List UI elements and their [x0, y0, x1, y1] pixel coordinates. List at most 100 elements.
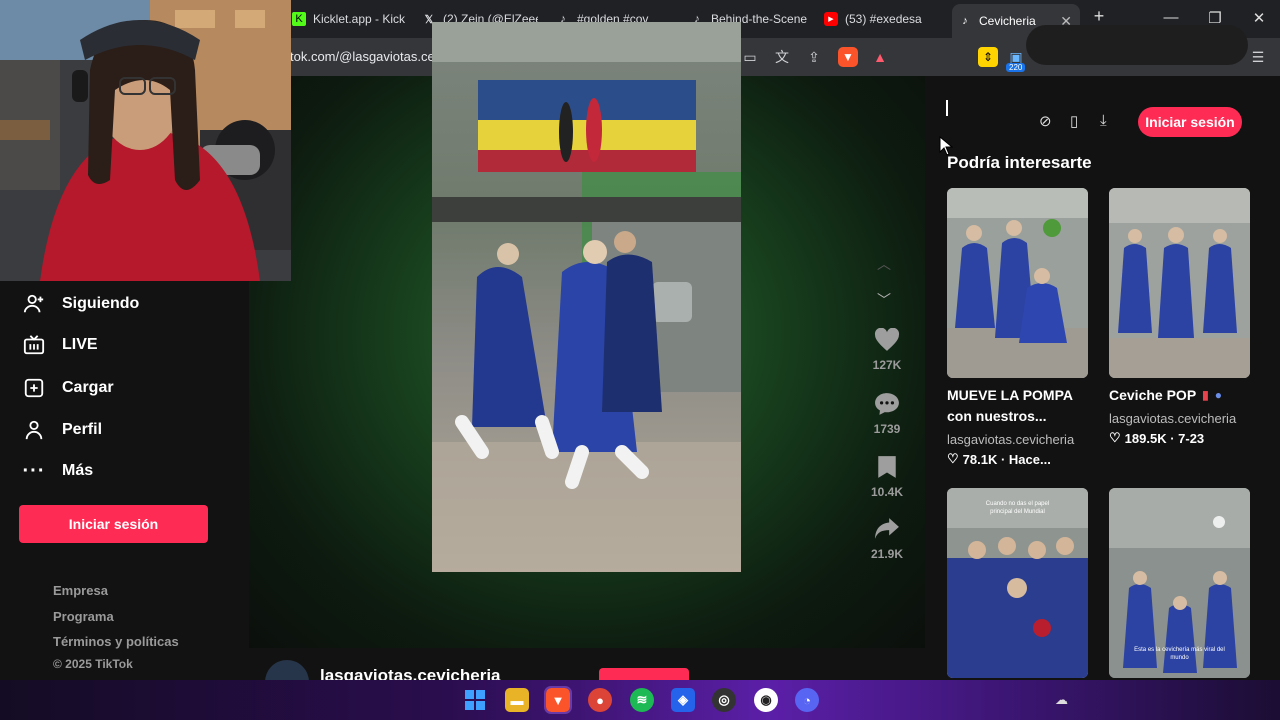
comment-action[interactable]: 1739 — [858, 392, 916, 436]
sidebar-item-mas[interactable]: ··· Más — [22, 459, 94, 483]
sidebar-item-live[interactable]: LIVE — [22, 333, 98, 357]
login-button-header[interactable]: Iniciar sesión — [1138, 107, 1242, 137]
thumbnail-caption: Esta es la cevichería más viral del mund… — [1134, 647, 1225, 661]
copyright-text: © 2025 TikTok — [53, 657, 133, 671]
obs-icon[interactable]: ◎ — [712, 688, 736, 712]
streamlabs-icon[interactable]: ◉ — [754, 688, 778, 712]
sidebar-item-perfil[interactable]: Perfil — [22, 418, 102, 442]
video-author-bar: lasgaviotas.cevicheria — [249, 648, 925, 704]
suggestion-card-title[interactable]: Ceviche POP ▮ ● — [1109, 385, 1222, 406]
suggestions-title: Podría interesarte — [947, 153, 1092, 172]
login-button-sidebar[interactable]: Iniciar sesión — [19, 505, 208, 543]
sidebar-item-siguiendo[interactable]: Siguiendo — [22, 292, 139, 316]
menu-icon[interactable]: ☰ — [1248, 47, 1268, 67]
suggestion-card-author[interactable]: lasgaviotas.cevicheria — [1109, 411, 1236, 426]
screen-cast-icon[interactable]: ▭ — [740, 47, 760, 67]
sidebar-item-label: Perfil — [62, 421, 103, 438]
brave-rewards-icon[interactable]: ▲ — [870, 47, 890, 67]
footer-link-empresa[interactable]: Empresa — [53, 583, 108, 598]
windows-start-icon[interactable] — [463, 688, 487, 712]
thumbnail-image — [947, 188, 1088, 378]
sidebar-item-cargar[interactable]: Cargar — [22, 376, 114, 400]
header-actions-pill — [1026, 25, 1248, 65]
meta-text: 189.5K · 7-23 — [1124, 430, 1205, 446]
sparkle-emoji-icon: ● — [1214, 388, 1223, 402]
sidebar-item-label: Cargar — [62, 379, 114, 396]
extension-badge: 220 — [1006, 63, 1026, 72]
download-icon[interactable]: ⤓ — [1100, 112, 1107, 129]
close-window-icon[interactable]: ✕ — [1244, 9, 1274, 27]
tiktok-icon: ♪ — [962, 15, 968, 27]
like-count: 127K — [872, 358, 902, 372]
app-store-icon[interactable]: ◈ — [671, 688, 695, 712]
onedrive-icon[interactable]: ☁ — [1055, 692, 1068, 708]
text-cursor — [946, 100, 948, 116]
profile-icon — [22, 418, 46, 442]
translate-icon[interactable]: 文 — [772, 47, 792, 67]
footer-link-programa[interactable]: Programa — [53, 609, 114, 624]
file-explorer-icon[interactable]: ▬ — [505, 688, 529, 712]
suggestion-card-thumbnail[interactable] — [947, 188, 1088, 378]
like-action[interactable]: 127K — [858, 328, 916, 372]
meta-text: 78.1K · Hace... — [962, 451, 1051, 467]
thumbnail-caption: Cuando no das el papel principal del Mun… — [985, 501, 1050, 515]
title-line: Ceviche POP — [1109, 387, 1197, 403]
sidebar-item-label: Más — [62, 462, 94, 479]
suggestion-card-title[interactable]: MUEVE LA POMPA con nuestros... — [947, 385, 1073, 427]
video-player[interactable] — [432, 22, 741, 572]
drink-emoji-icon: ▮ — [1202, 388, 1209, 402]
thumbnail-image — [947, 488, 1088, 678]
tab-label: (53) #exedesa — [845, 12, 922, 26]
next-video-icon[interactable]: ﹀ — [877, 290, 891, 310]
suggestion-card-thumbnail[interactable] — [1109, 188, 1250, 378]
tab-label: Cevicheria — [979, 14, 1036, 28]
person-follow-icon — [22, 292, 46, 316]
comment-icon — [875, 393, 899, 415]
upload-plus-icon — [22, 376, 46, 400]
windows-taskbar: ▬ ▼ ● ≋ ◈ ◎ ◉ ◔ ☁ — [0, 680, 1280, 720]
webcam-overlay — [0, 0, 291, 281]
brave-browser-icon[interactable]: ▼ — [544, 686, 572, 714]
live-tv-icon — [22, 333, 46, 357]
suggestion-card-thumbnail[interactable]: Cuando no das el papel principal del Mun… — [947, 488, 1088, 678]
share-action[interactable]: 21.9K — [858, 517, 916, 561]
suggestion-card-thumbnail[interactable]: Esta es la cevichería más viral del mund… — [1109, 488, 1250, 678]
youtube-icon: ▶ — [824, 12, 838, 26]
sidebar-item-label: LIVE — [62, 336, 98, 353]
save-action[interactable]: 10.4K — [858, 455, 916, 499]
suggestion-card-meta: ♡ 78.1K · Hace... — [947, 451, 1051, 467]
more-dots-icon: ··· — [22, 459, 46, 482]
share-icon — [875, 518, 899, 539]
share-count: 21.9K — [870, 547, 904, 561]
tab-youtube[interactable]: ▶ (53) #exedesa — [818, 6, 942, 32]
discord-icon[interactable]: ◔ — [795, 688, 819, 712]
share-page-icon[interactable]: ⇪ — [804, 47, 824, 67]
tab-label: Kicklet.app - Kick — [313, 12, 406, 26]
previous-video-icon[interactable]: ︿ — [877, 254, 891, 274]
new-tab-button[interactable]: + — [1084, 6, 1114, 27]
footer-link-terminos[interactable]: Términos y políticas — [53, 634, 179, 649]
spotify-icon[interactable]: ≋ — [630, 688, 654, 712]
save-count: 10.4K — [870, 485, 904, 499]
heart-outline-icon: ♡ — [1109, 430, 1121, 445]
suggestion-card-author[interactable]: lasgaviotas.cevicheria — [947, 432, 1074, 447]
chrome-icon[interactable]: ● — [588, 688, 612, 712]
bookmark-icon — [878, 456, 896, 478]
tab-kicklet[interactable]: K Kicklet.app - Kick — [286, 6, 406, 32]
video-frame-image — [432, 22, 741, 572]
thumbnail-image — [1109, 188, 1250, 378]
suggestion-card-meta: ♡ 189.5K · 7-23 — [1109, 430, 1204, 446]
title-line: MUEVE LA POMPA — [947, 387, 1074, 403]
brave-shield-icon[interactable]: ▼ — [838, 47, 858, 67]
extension-bolt-icon[interactable]: ⇕ — [978, 47, 998, 67]
sidebar-item-label: Siguiendo — [62, 295, 140, 312]
heart-outline-icon: ♡ — [947, 451, 959, 466]
kicklet-icon: K — [292, 12, 306, 26]
title-line: con nuestros... — [947, 408, 1047, 424]
comment-count: 1739 — [873, 422, 901, 436]
webcam-image — [0, 0, 291, 281]
minimize-icon[interactable]: — — [1156, 9, 1186, 26]
heart-icon — [874, 328, 900, 351]
get-app-icon[interactable]: ▯ — [1070, 112, 1078, 130]
coins-icon[interactable]: ⊘ — [1039, 112, 1052, 130]
